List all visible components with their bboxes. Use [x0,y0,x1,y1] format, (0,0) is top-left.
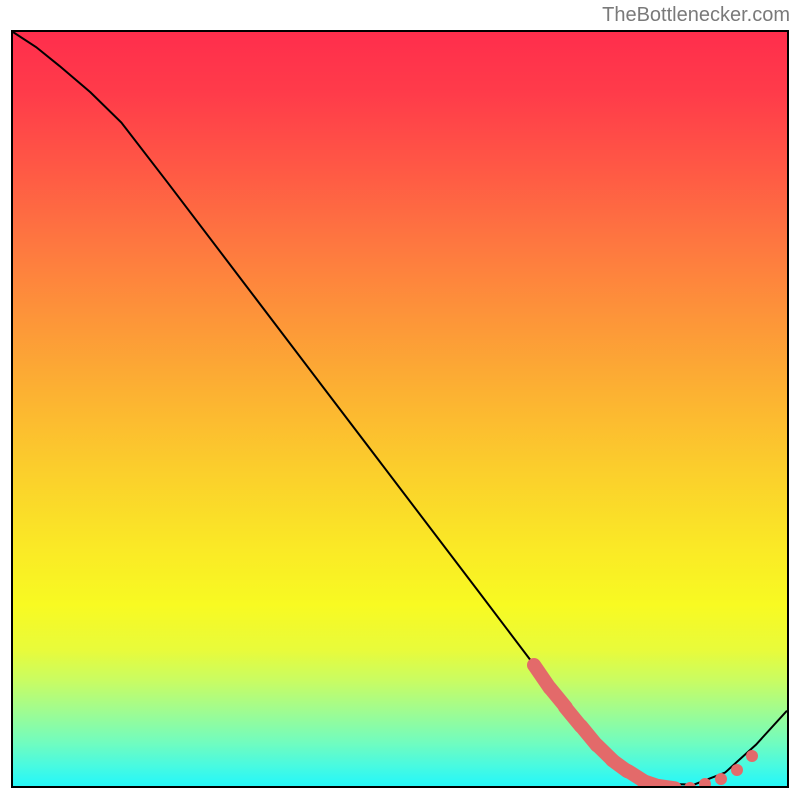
attribution-text: TheBottlenecker.com [602,4,790,27]
marker-dot [684,782,696,788]
marker-dot [746,750,758,762]
marker-dot [668,782,680,788]
marker-dot [653,780,665,788]
chart-background-gradient [13,32,787,786]
marker-dot [699,778,711,788]
marker-dot [715,773,727,785]
marker-dot [731,764,743,776]
chart-plot-area [11,30,789,788]
